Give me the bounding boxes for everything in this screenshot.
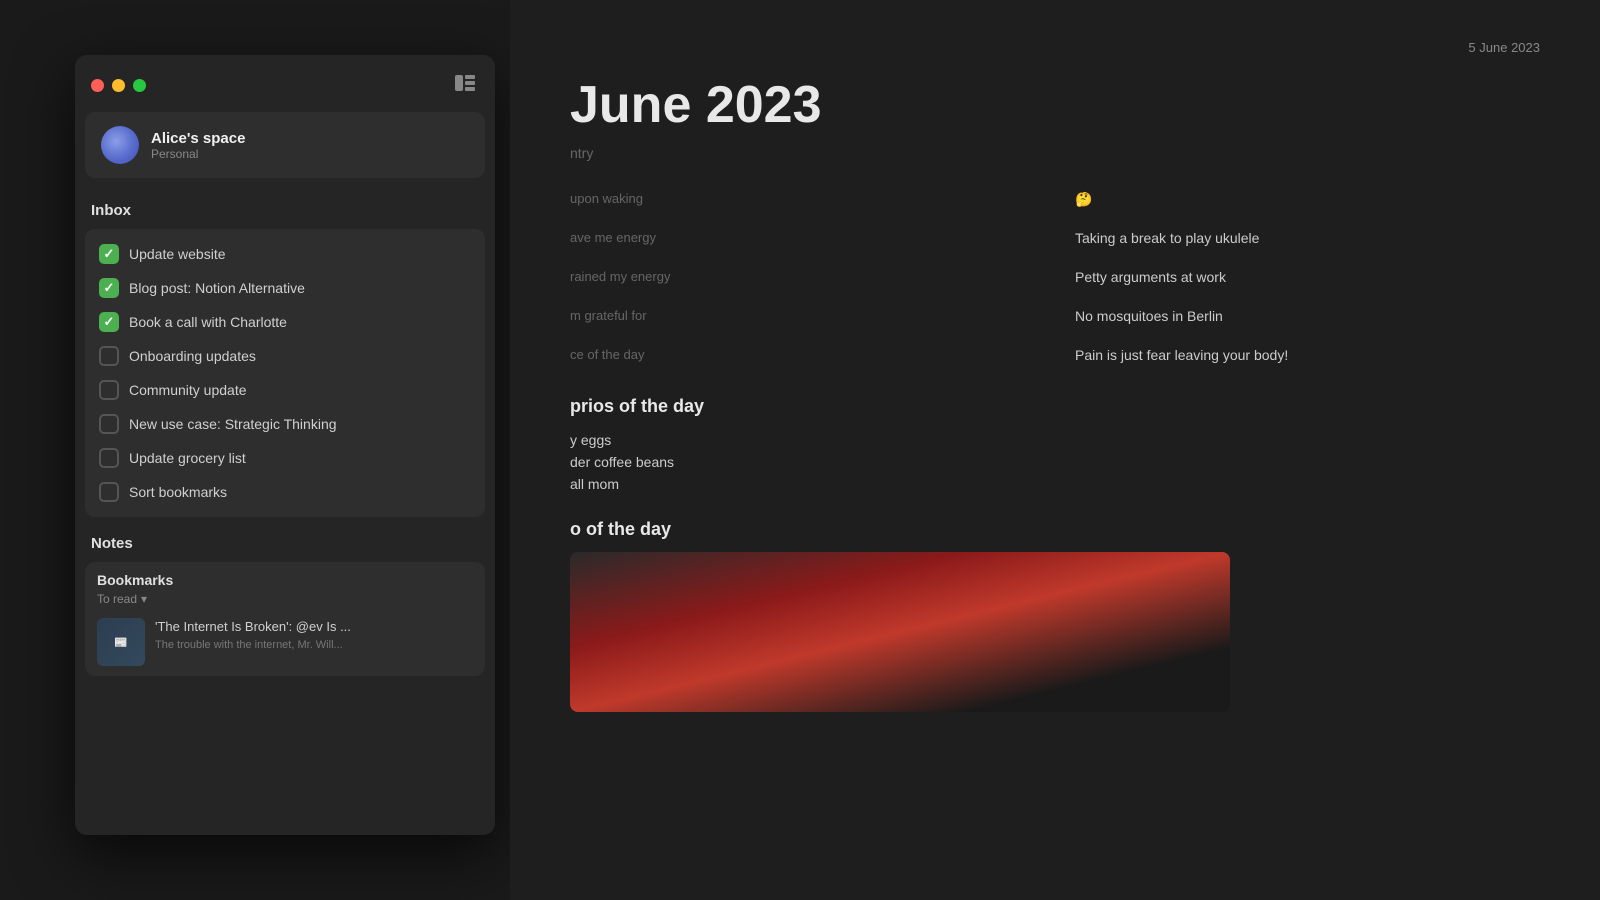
task-label-6: New use case: Strategic Thinking <box>129 416 337 432</box>
task-checkbox-6[interactable] <box>99 414 119 434</box>
bookmark-thumbnail: 📰 <box>97 618 145 666</box>
energy-gave-label: ave me energy <box>570 230 1035 245</box>
energy-drained-label: rained my energy <box>570 269 1035 284</box>
traffic-lights <box>91 79 146 92</box>
bookmarks-filter[interactable]: To read ▾ <box>97 592 473 606</box>
close-button[interactable] <box>91 79 104 92</box>
minimize-button[interactable] <box>112 79 125 92</box>
task-item[interactable]: New use case: Strategic Thinking <box>91 407 479 441</box>
task-checkbox-2[interactable]: ✓ <box>99 278 119 298</box>
task-checkbox-4[interactable] <box>99 346 119 366</box>
task-item[interactable]: Community update <box>91 373 479 407</box>
grateful-label: m grateful for <box>570 308 1035 323</box>
task-label-4: Onboarding updates <box>129 348 256 364</box>
titlebar <box>75 55 495 112</box>
energy-gave-value: Taking a break to play ukulele <box>1075 230 1540 246</box>
notes-header: Notes <box>85 527 485 562</box>
workspace-info: Alice's space Personal <box>151 130 245 161</box>
inbox-section: ✓ Update website ✓ Blog post: Notion Alt… <box>85 229 485 517</box>
photo-inner <box>570 552 1230 712</box>
prio-item-1: y eggs <box>570 429 1540 451</box>
task-item[interactable]: ✓ Book a call with Charlotte <box>91 305 479 339</box>
task-checkbox-8[interactable] <box>99 482 119 502</box>
task-label-3: Book a call with Charlotte <box>129 314 287 330</box>
prios-list: y eggs der coffee beans all mom <box>570 429 1540 495</box>
prio-item-3: all mom <box>570 473 1540 495</box>
app-window: Alice's space Personal Inbox ✓ Update we… <box>75 55 495 835</box>
task-label-7: Update grocery list <box>129 450 246 466</box>
quote-label: ce of the day <box>570 347 1035 362</box>
workspace-type: Personal <box>151 147 245 161</box>
bookmark-title: 'The Internet Is Broken': @ev Is ... <box>155 618 351 636</box>
task-item[interactable]: ✓ Update website <box>91 237 479 271</box>
task-item[interactable]: Onboarding updates <box>91 339 479 373</box>
bookmark-info: 'The Internet Is Broken': @ev Is ... The… <box>155 618 351 652</box>
main-journal-grid: upon waking 🤔 ave me energy Taking a bre… <box>570 191 1540 366</box>
workspace-name: Alice's space <box>151 130 245 147</box>
chevron-down-icon: ▾ <box>141 592 147 606</box>
main-title: June 2023 <box>570 75 1540 135</box>
task-item[interactable]: Update grocery list <box>91 441 479 475</box>
bookmark-description: The trouble with the internet, Mr. Will.… <box>155 638 351 652</box>
bookmark-item[interactable]: 📰 'The Internet Is Broken': @ev Is ... T… <box>97 618 473 666</box>
sidebar-toggle-button[interactable] <box>451 71 479 100</box>
prios-title: prios of the day <box>570 396 1540 417</box>
sidebar-scroll[interactable]: Inbox ✓ Update website ✓ Blog post: Noti… <box>75 194 495 835</box>
bookmarks-filter-label: To read <box>97 592 137 606</box>
inbox-header: Inbox <box>85 194 485 229</box>
task-item[interactable]: Sort bookmarks <box>91 475 479 509</box>
bookmarks-header: Bookmarks <box>97 572 473 588</box>
task-checkbox-7[interactable] <box>99 448 119 468</box>
task-checkbox-1[interactable]: ✓ <box>99 244 119 264</box>
workspace-avatar <box>101 126 139 164</box>
bookmark-thumb-image: 📰 <box>112 634 130 651</box>
workspace-card[interactable]: Alice's space Personal <box>85 112 485 178</box>
task-label-8: Sort bookmarks <box>129 484 227 500</box>
task-item[interactable]: ✓ Blog post: Notion Alternative <box>91 271 479 305</box>
task-label-1: Update website <box>129 246 226 262</box>
task-checkbox-5[interactable] <box>99 380 119 400</box>
task-label-2: Blog post: Notion Alternative <box>129 280 305 296</box>
photo-section-title: o of the day <box>570 519 1540 540</box>
grateful-value: No mosquitoes in Berlin <box>1075 308 1540 324</box>
bookmarks-section: Bookmarks To read ▾ 📰 'The Internet Is B… <box>85 562 485 676</box>
task-checkbox-3[interactable]: ✓ <box>99 312 119 332</box>
energy-label: upon waking <box>570 191 1035 206</box>
quote-value: Pain is just fear leaving your body! <box>1075 347 1540 363</box>
maximize-button[interactable] <box>133 79 146 92</box>
main-date-small: 5 June 2023 <box>570 40 1540 55</box>
mood-emoji: 🤔 <box>1075 191 1540 208</box>
photo-of-day <box>570 552 1230 712</box>
energy-drained-value: Petty arguments at work <box>1075 269 1540 285</box>
prio-item-2: der coffee beans <box>570 451 1540 473</box>
task-label-5: Community update <box>129 382 247 398</box>
main-subtitle: ntry <box>570 145 1540 161</box>
main-content: 5 June 2023 June 2023 ntry upon waking 🤔… <box>510 0 1600 900</box>
